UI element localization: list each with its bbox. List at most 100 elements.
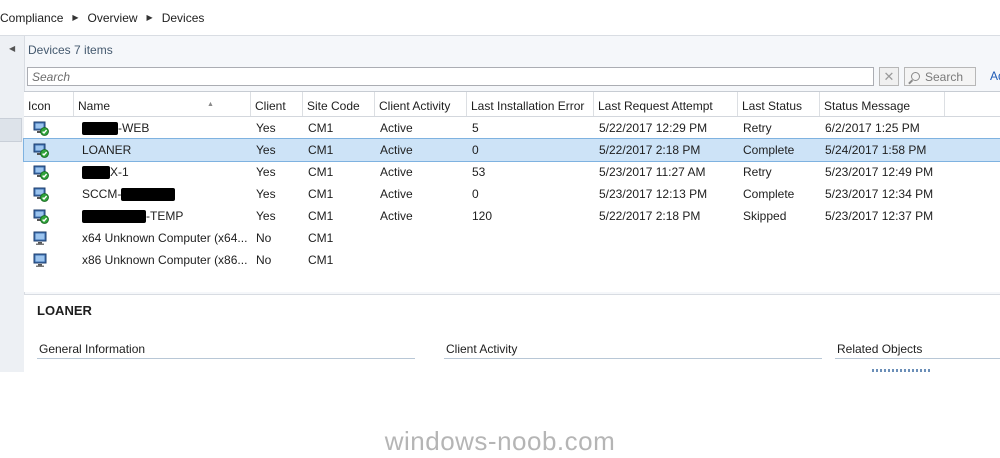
redaction-block (82, 166, 110, 180)
column-header-client-activity[interactable]: Client Activity (375, 92, 467, 116)
status-message-value: 6/2/2017 1:25 PM (825, 121, 920, 135)
cell-last-request-attempt: 5/22/2017 2:18 PM (594, 205, 738, 227)
last-status-value: Retry (743, 165, 772, 179)
client-value: Yes (256, 121, 276, 135)
column-header-name[interactable]: Name ▲ (74, 92, 251, 116)
panel-title: Devices 7 items (28, 43, 113, 57)
table-row[interactable]: SCCM- Yes CM1 Active 0 5/23/2017 12:13 PM Comp… (24, 183, 1000, 205)
cell-last-status (738, 227, 820, 249)
cell-last-status: Skipped (738, 205, 820, 227)
client-value: Yes (256, 187, 276, 201)
client-device-icon (33, 142, 49, 158)
column-header-icon[interactable]: Icon (24, 92, 74, 116)
table-row[interactable]: LOANER Yes CM1 Active 0 5/22/2017 2:18 PM Comp… (23, 138, 1000, 162)
collapse-pane-icon[interactable]: ◀ (9, 44, 15, 53)
table-row[interactable]: -TEMP Yes CM1 Active 120 5/22/2017 2:18 PM Ski… (24, 205, 1000, 227)
column-header-status-message[interactable]: Status Message (820, 92, 945, 116)
cell-last-installation-error: 53 (467, 161, 594, 183)
watermark: windows-noob.com (384, 426, 616, 456)
site-code-value: CM1 (308, 209, 334, 223)
cell-name: -WEB (74, 117, 251, 139)
cell-site-code: CM1 (303, 139, 375, 161)
search-button[interactable]: Search (904, 67, 976, 86)
cell-icon (24, 249, 74, 271)
table-row[interactable]: X-1 Yes CM1 Active 53 5/23/2017 11:27 AM Retry… (24, 161, 1000, 183)
client-value: Yes (256, 165, 276, 179)
navigation-tab[interactable] (0, 118, 22, 142)
client-device-icon (33, 120, 49, 136)
cell-client: Yes (251, 183, 303, 205)
cell-icon (24, 117, 74, 139)
last-status-value: Retry (743, 121, 772, 135)
cell-last-installation-error: 0 (467, 139, 594, 161)
client-activity-value: Active (380, 165, 413, 179)
site-code-value: CM1 (308, 165, 334, 179)
last-request-attempt-value: 5/22/2017 2:18 PM (599, 209, 701, 223)
breadcrumb-devices[interactable]: Devices (162, 11, 205, 25)
add-criteria-link[interactable]: Ad (990, 69, 1000, 83)
redaction-block (82, 210, 146, 224)
column-header-last-installation-error[interactable]: Last Installation Error (467, 92, 594, 116)
cell-site-code: CM1 (303, 249, 375, 271)
client-device-icon (33, 186, 49, 202)
cell-client-activity: Active (375, 205, 467, 227)
clear-search-button[interactable]: ✕ (879, 67, 899, 86)
sort-ascending-icon: ▲ (207, 101, 214, 108)
cell-client: Yes (251, 139, 303, 161)
column-header-client[interactable]: Client (251, 92, 303, 116)
site-code-value: CM1 (308, 121, 334, 135)
column-header-site-code[interactable]: Site Code (303, 92, 375, 116)
table-row[interactable]: -WEB Yes CM1 Active 5 5/22/2017 12:29 PM Retry… (24, 117, 1000, 139)
item-count: 7 items (74, 43, 113, 57)
client-activity-value: Active (380, 121, 413, 135)
status-message-value: 5/24/2017 1:58 PM (825, 143, 927, 157)
cell-status-message: 5/23/2017 12:49 PM (820, 161, 1000, 183)
cell-last-request-attempt (594, 249, 738, 271)
cell-last-request-attempt (594, 227, 738, 249)
table-row[interactable]: x64 Unknown Computer (x64... No CM1 (24, 227, 1000, 249)
cell-last-request-attempt: 5/22/2017 2:18 PM (594, 139, 738, 161)
section-general-information: General Information (39, 342, 146, 356)
cell-icon (24, 161, 74, 183)
cell-status-message: 5/23/2017 12:34 PM (820, 183, 1000, 205)
cell-icon (24, 139, 74, 161)
cell-last-installation-error: 0 (467, 183, 594, 205)
client-device-icon (33, 164, 49, 180)
cell-client: No (251, 227, 303, 249)
cell-last-request-attempt: 5/22/2017 12:29 PM (594, 117, 738, 139)
device-name: X-1 (110, 165, 129, 179)
search-input[interactable] (27, 67, 874, 86)
cell-last-status: Complete (738, 183, 820, 205)
related-object-link[interactable] (872, 369, 932, 372)
cell-last-status: Retry (738, 161, 820, 183)
search-button-label: Search (925, 69, 964, 84)
breadcrumb-overview[interactable]: Overview (88, 11, 138, 25)
client-activity-value: Active (380, 187, 413, 201)
cell-last-installation-error (467, 249, 594, 271)
last-installation-error-value: 120 (472, 209, 493, 223)
cell-last-status: Retry (738, 117, 820, 139)
client-value: Yes (256, 209, 276, 223)
column-header-last-status[interactable]: Last Status (738, 92, 820, 116)
cell-last-installation-error: 120 (467, 205, 594, 227)
cell-name: LOANER (74, 139, 251, 161)
column-header-last-request-attempt[interactable]: Last Request Attempt (594, 92, 738, 116)
breadcrumb-compliance[interactable]: Compliance (0, 11, 63, 25)
cell-name: x86 Unknown Computer (x86... (74, 249, 251, 271)
search-bar: ✕ Search Ad (27, 66, 1000, 88)
cell-status-message: 6/2/2017 1:25 PM (820, 117, 1000, 139)
navigation-strip: ◀ (0, 36, 25, 372)
cell-site-code: CM1 (303, 205, 375, 227)
redaction-block (82, 122, 118, 136)
cell-last-status (738, 249, 820, 271)
device-name: -TEMP (146, 209, 184, 223)
section-divider (835, 358, 1000, 359)
last-status-value: Complete (743, 143, 795, 157)
cell-client: Yes (251, 205, 303, 227)
cell-name: -TEMP (74, 205, 251, 227)
client-value: No (256, 253, 272, 267)
breadcrumb: Compliance ▶ Overview ▶ Devices (0, 0, 1000, 36)
cell-icon (24, 183, 74, 205)
table-row[interactable]: x86 Unknown Computer (x86... No CM1 (24, 249, 1000, 271)
last-installation-error-value: 0 (472, 187, 479, 201)
